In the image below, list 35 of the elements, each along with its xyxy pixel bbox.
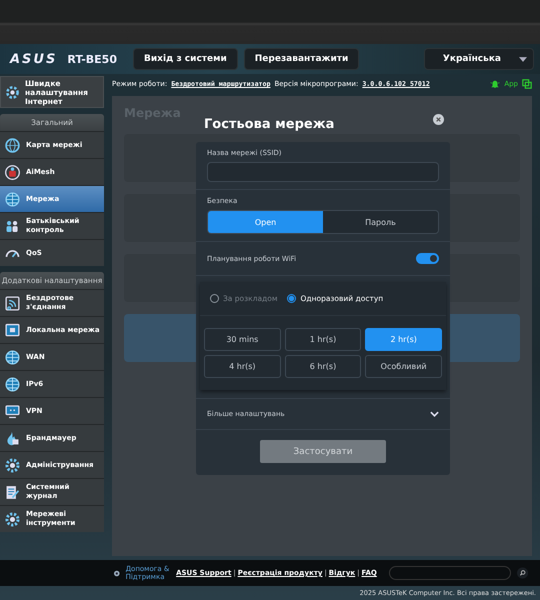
gear-icon <box>4 510 21 528</box>
radio-button[interactable] <box>287 294 296 303</box>
gear-icon <box>4 456 21 474</box>
search-field[interactable] <box>388 566 511 580</box>
gear-icon <box>4 84 21 100</box>
close-icon[interactable] <box>433 114 444 125</box>
duration-button[interactable]: 1 hr(s) <box>284 328 362 351</box>
header-button[interactable]: Перезавантажити <box>244 48 360 70</box>
help-icon <box>114 570 120 576</box>
copy-icon[interactable] <box>522 79 532 89</box>
ssid-field[interactable] <box>207 162 439 182</box>
chevron-icon <box>430 411 439 417</box>
language-dropdown[interactable]: Українська <box>424 48 534 70</box>
monitor-icon <box>4 402 21 420</box>
globe-icon <box>4 136 21 154</box>
wifi-icon <box>4 294 21 312</box>
header-button[interactable]: Вихід з системи <box>132 48 238 70</box>
monitor-icon <box>4 322 21 338</box>
duration-button[interactable]: Особливий <box>365 355 442 378</box>
modal-title: Гостьова мережа <box>204 116 334 132</box>
caret-icon <box>519 56 527 62</box>
security-tab[interactable]: Пароль <box>323 211 438 233</box>
search-icon[interactable] <box>516 566 528 580</box>
document-icon <box>4 484 21 500</box>
brand-logo: ASUS <box>10 52 58 66</box>
duration-button[interactable]: 30 mins <box>204 328 281 351</box>
model-name: RT-BE50 <box>67 52 117 66</box>
radio-button[interactable] <box>210 294 219 303</box>
duration-button[interactable]: 4 hr(s) <box>204 355 281 378</box>
schedule-toggle[interactable] <box>416 253 439 264</box>
globe-icon <box>4 190 21 208</box>
globe-icon <box>4 376 21 392</box>
duration-button[interactable]: 6 hr(s) <box>284 355 362 378</box>
globe-icon <box>4 348 21 366</box>
bell-icon <box>490 79 500 89</box>
